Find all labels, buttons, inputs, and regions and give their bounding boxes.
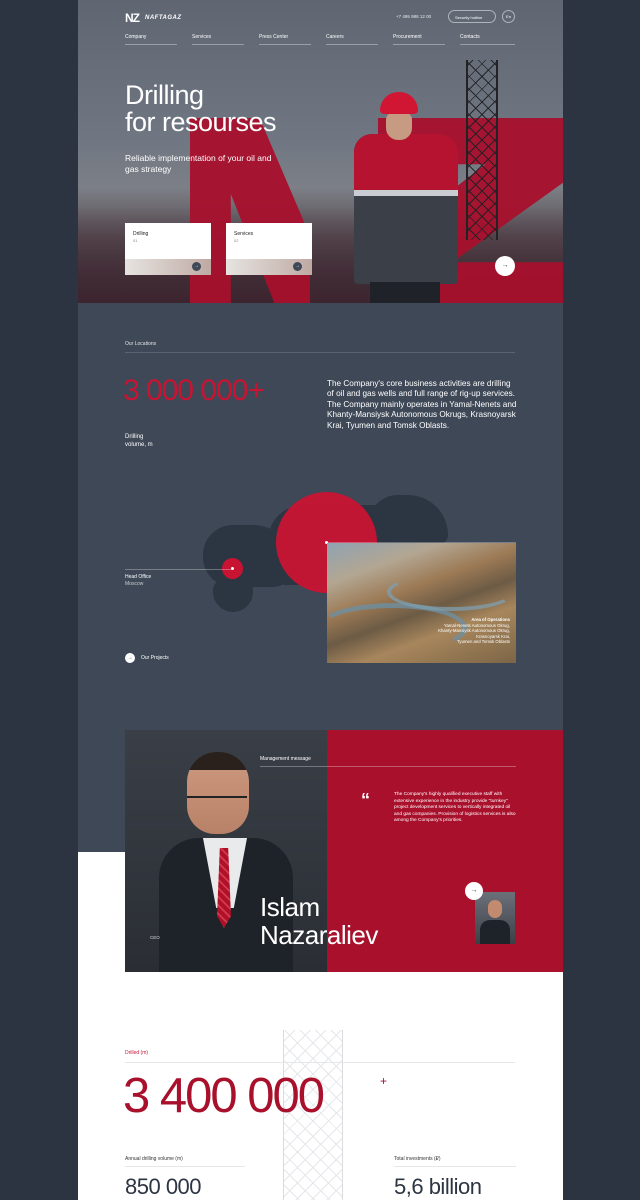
worker-jacket-red bbox=[354, 134, 458, 190]
locations-divider bbox=[125, 352, 515, 353]
head-office-label: Head Office bbox=[125, 574, 152, 580]
nav-item-company[interactable]: Company bbox=[125, 34, 177, 45]
hero-title-line2: for resourses bbox=[125, 107, 277, 137]
hero-title-line1: Drilling bbox=[125, 80, 204, 110]
arrow-right-icon[interactable]: → bbox=[293, 262, 302, 271]
ceo-name-line1: Islam bbox=[260, 892, 320, 922]
river-shape-secondary bbox=[387, 573, 515, 611]
page: NZ NAFTAGAZ +7 495 988 12 00 Security ho… bbox=[78, 0, 563, 1200]
metric-label-line2: volume, m bbox=[125, 442, 153, 448]
annual-drilling-divider bbox=[125, 1166, 245, 1167]
drilled-divider bbox=[125, 1062, 515, 1063]
metric-label-line1: Drilling bbox=[125, 434, 144, 440]
card-title: Services bbox=[234, 231, 254, 237]
management-message-label: Management message bbox=[260, 756, 311, 762]
annual-drilling-label: Annual drilling volume (m) bbox=[125, 1156, 183, 1162]
next-manager-thumbnail[interactable] bbox=[475, 892, 515, 944]
drilled-value: 3 400 000 bbox=[123, 1069, 325, 1123]
thumb-head bbox=[488, 900, 502, 918]
head-office-connector-line bbox=[125, 569, 231, 570]
total-investments-label: Total investments (₽) bbox=[394, 1156, 441, 1162]
hotline-number[interactable]: +7 495 988 12 00 bbox=[396, 14, 431, 19]
ceo-head bbox=[187, 752, 249, 834]
drilling-rig-illustration bbox=[466, 60, 498, 240]
hero-next-button[interactable]: → bbox=[495, 256, 515, 276]
locations-label: Our Locations bbox=[125, 341, 157, 347]
area-line: Khanty-Mansiysk Autonomous Okrug, bbox=[438, 628, 510, 634]
drilling-volume-value: 3 000 000+ bbox=[123, 374, 265, 407]
worker-legs bbox=[370, 282, 440, 303]
total-investments-divider bbox=[394, 1166, 516, 1167]
our-projects-link[interactable]: → Our Projects bbox=[125, 653, 169, 663]
worker-reflective-stripe bbox=[354, 190, 458, 196]
map-region-southwest bbox=[213, 580, 253, 612]
card-title: Drilling bbox=[133, 231, 149, 237]
nav-item-services[interactable]: Services bbox=[192, 34, 244, 45]
card-number: 02 bbox=[234, 238, 239, 243]
security-hotline-button[interactable]: Security hotline bbox=[448, 10, 496, 23]
arrow-right-icon[interactable]: → bbox=[192, 262, 201, 271]
nav-item-press-center[interactable]: Press Center bbox=[259, 34, 311, 45]
area-of-operations-caption: Area of Operations Yamal-Nenets Autonomo… bbox=[438, 617, 510, 645]
nav-item-procurement[interactable]: Procurement bbox=[393, 34, 445, 45]
logo-text: NAFTAGAZ bbox=[145, 15, 182, 21]
total-investments-value: 5,6 billion bbox=[394, 1174, 482, 1199]
worker-face bbox=[386, 112, 412, 140]
arrow-right-icon: → bbox=[125, 653, 135, 663]
head-office-info: Head Office Moscow bbox=[125, 574, 151, 588]
locations-description: The Company's core business activities a… bbox=[327, 379, 517, 430]
nav-item-contacts[interactable]: Contacts bbox=[460, 34, 515, 45]
worker-helmet bbox=[380, 92, 418, 114]
nav-item-careers[interactable]: Careers bbox=[326, 34, 378, 45]
hero-title: Drilling for resourses bbox=[125, 80, 277, 137]
worker-photo bbox=[350, 92, 470, 303]
service-card-drilling[interactable]: Drilling 01 → bbox=[125, 223, 211, 275]
drilled-plus: + bbox=[380, 1074, 388, 1088]
management-next-button[interactable]: → bbox=[465, 882, 483, 900]
ceo-name: Islam Nazaraliev bbox=[260, 893, 378, 949]
drilling-volume-label: Drilling volume, m bbox=[125, 433, 153, 449]
head-office-city: Moscow bbox=[125, 581, 144, 587]
main-nav: Company Services Press Center Careers Pr… bbox=[125, 34, 515, 48]
thumb-suit bbox=[480, 920, 510, 944]
hero-subtitle: Reliable implementation of your oil and … bbox=[125, 153, 272, 174]
service-card-services[interactable]: Services 02 → bbox=[226, 223, 312, 275]
logo-mark: NZ bbox=[125, 11, 140, 25]
management-divider bbox=[260, 766, 516, 767]
annual-drilling-value: 850 000 bbox=[125, 1174, 202, 1199]
head-office-dot bbox=[231, 567, 234, 570]
card-number: 01 bbox=[133, 238, 138, 243]
ceo-role: CEO bbox=[150, 935, 160, 940]
logo[interactable]: NZ NAFTAGAZ bbox=[125, 11, 182, 25]
our-projects-label: Our Projects bbox=[141, 655, 169, 661]
ceo-name-line2: Nazaraliev bbox=[260, 920, 378, 950]
hero-section: NZ NAFTAGAZ +7 495 988 12 00 Security ho… bbox=[78, 0, 563, 303]
area-of-operations-photo: Area of Operations Yamal-Nenets Autonomo… bbox=[327, 543, 516, 663]
area-line: Tyumen and Tomsk Oblasts bbox=[457, 639, 510, 645]
ceo-glasses bbox=[187, 796, 247, 806]
language-switch-button[interactable]: En bbox=[502, 10, 515, 23]
drilled-label: Drilled (m) bbox=[125, 1050, 149, 1056]
management-quote: The Company's highly qualified executive… bbox=[394, 792, 516, 824]
quote-icon: “ bbox=[361, 790, 370, 810]
